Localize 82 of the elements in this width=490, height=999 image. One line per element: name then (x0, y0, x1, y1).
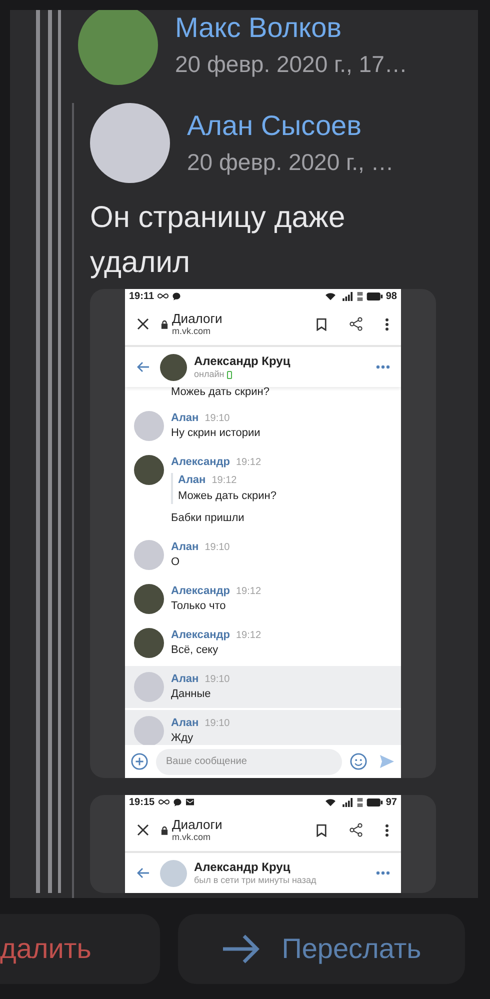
close-icon[interactable] (137, 318, 149, 330)
message-text: Всё, секу (171, 643, 220, 658)
signal-icon (342, 798, 354, 806)
more-icon[interactable] (385, 824, 389, 836)
contact-avatar (160, 860, 187, 886)
message-time: 19:10 (204, 541, 230, 555)
back-arrow-icon[interactable] (136, 361, 150, 373)
sender-avatar (134, 672, 164, 702)
sender-avatar (134, 584, 164, 614)
add-icon[interactable] (131, 753, 148, 770)
more-icon[interactable] (385, 318, 389, 330)
message-text: Можеь дать скрин? (170, 387, 270, 399)
sender-name: Алан (171, 540, 199, 554)
sender-name: Александр (171, 628, 230, 642)
lock-icon (161, 826, 168, 834)
message-text: Данные (171, 687, 212, 702)
back-arrow-icon[interactable] (136, 867, 150, 879)
contact-status: был в сети три минуты назад (194, 875, 316, 886)
signal-icon (342, 292, 354, 300)
page-title: Диалоги (172, 817, 224, 832)
sender-name: Алан (178, 473, 206, 487)
network-icon (356, 292, 363, 300)
network-icon (356, 798, 363, 806)
wifi-icon (324, 292, 336, 300)
quoted-text: Можеь дать скрин? (178, 489, 276, 504)
wifi-icon (324, 798, 336, 806)
page-title: Диалоги (172, 311, 224, 326)
sender-avatar (134, 716, 164, 745)
status-time: 19:11 (129, 290, 154, 304)
message-text: Он страницу даже удалил (90, 200, 346, 281)
sender-avatar (134, 455, 164, 485)
message-time: 19:10 (204, 717, 230, 731)
lock-icon (161, 320, 168, 328)
message-time: 19:10 (204, 673, 230, 687)
chat-bubble-icon (172, 292, 182, 300)
infinity-icon (157, 292, 170, 300)
contact-avatar (160, 354, 187, 380)
forward-button[interactable]: Переслать (178, 914, 465, 984)
share-icon[interactable] (349, 317, 363, 331)
message-text: Бабки пришли (171, 511, 246, 526)
message-time: 19:12 (212, 474, 237, 488)
share-icon[interactable] (349, 823, 363, 837)
sender-avatar (134, 540, 164, 570)
close-icon[interactable] (137, 824, 149, 836)
author-name[interactable]: Алан Сысоев (187, 110, 394, 142)
contact-name: Александр Круц (194, 354, 292, 369)
author-name[interactable]: Макс Волков (175, 12, 408, 44)
sender-name: Алан (171, 411, 199, 425)
message-text: О (171, 555, 181, 570)
message-time: 19:10 (204, 412, 230, 426)
bookmark-icon[interactable] (316, 824, 327, 836)
post-date: 20 февр. 2020 г., 17… (175, 50, 408, 78)
delete-button[interactable]: далить (0, 914, 160, 984)
chat-bubble-icon (172, 798, 182, 806)
message-time: 19:12 (236, 629, 262, 643)
message-text: Только что (171, 599, 227, 614)
message-text: Ну скрин истории (171, 426, 260, 441)
contact-name: Александр Круц (194, 860, 292, 875)
sender-name: Александр (171, 584, 230, 598)
message-text: Жду (171, 731, 194, 745)
page-url: m.vk.com (172, 832, 212, 843)
smiley-icon[interactable] (350, 753, 367, 770)
sender-name: Алан (171, 672, 199, 686)
mail-icon (184, 798, 195, 806)
sender-name: Александр (171, 455, 230, 469)
message-input[interactable]: Ваше сообщение (156, 748, 342, 774)
battery-icon (366, 292, 383, 300)
infinity-icon (158, 798, 170, 806)
battery-level: 97 (386, 796, 397, 810)
battery-icon (366, 798, 383, 806)
sender-name: Алан (171, 716, 199, 730)
arrow-right-icon (222, 934, 260, 964)
post-date: 20 февр. 2020 г., … (187, 148, 394, 176)
message-time: 19:12 (236, 456, 262, 470)
battery-level: 98 (386, 290, 397, 304)
contact-status: онлайн (194, 369, 224, 380)
message-time: 19:12 (236, 585, 262, 599)
status-time: 19:15 (129, 796, 155, 810)
sender-avatar (134, 628, 164, 658)
bookmark-icon[interactable] (316, 318, 327, 330)
page-url: m.vk.com (172, 326, 212, 337)
sender-avatar (134, 411, 164, 441)
